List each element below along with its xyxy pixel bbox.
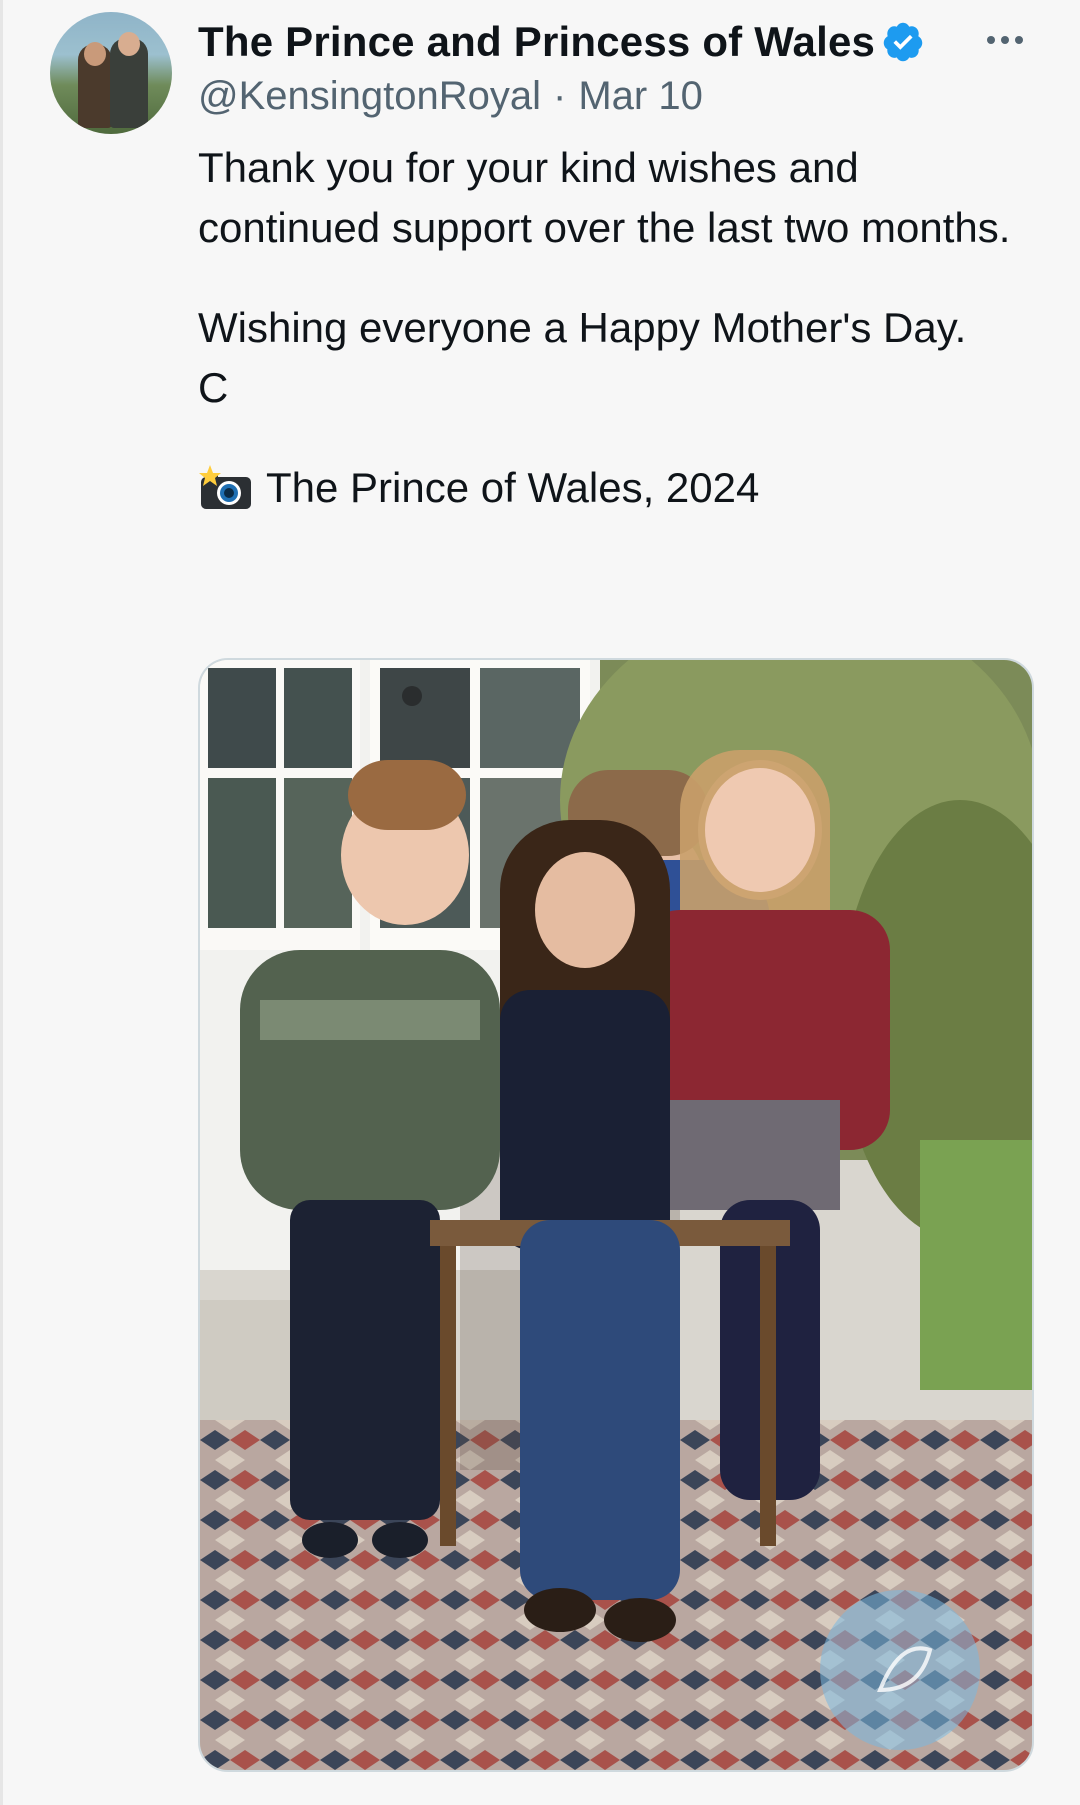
verified-badge-icon[interactable] [881, 20, 925, 64]
avatar[interactable] [50, 12, 172, 134]
handle[interactable]: @KensingtonRoyal [198, 74, 541, 118]
tweet-text: Thank you for your kind wishes and conti… [198, 138, 1038, 518]
divider [0, 0, 3, 1805]
tweet[interactable]: The Prince and Princess of Wales @Kensin… [0, 0, 1080, 1805]
tweet-paragraph-2: Wishing everyone a Happy Mother's Day. [198, 304, 967, 351]
camera-flash-icon [199, 465, 251, 509]
tweet-paragraph-1: Thank you for your kind wishes and conti… [198, 144, 1011, 251]
photo-credit-text: The Prince of Wales, 2024 [266, 464, 760, 511]
tweet-signature: C [198, 364, 229, 411]
tweet-meta: @KensingtonRoyal · Mar 10 [198, 74, 703, 119]
more-horizontal-icon [987, 36, 995, 44]
more-options-button[interactable] [975, 18, 1035, 62]
timestamp[interactable]: Mar 10 [578, 74, 703, 118]
tweet-image[interactable] [198, 658, 1034, 1772]
author-name-row: The Prince and Princess of Wales [198, 14, 958, 70]
family-photo [200, 660, 1032, 1770]
edited-image-icon [820, 1590, 980, 1750]
photo-credit: The Prince of Wales, 2024 [198, 458, 1038, 518]
meta-separator: · [553, 74, 567, 118]
display-name[interactable]: The Prince and Princess of Wales [198, 18, 875, 66]
